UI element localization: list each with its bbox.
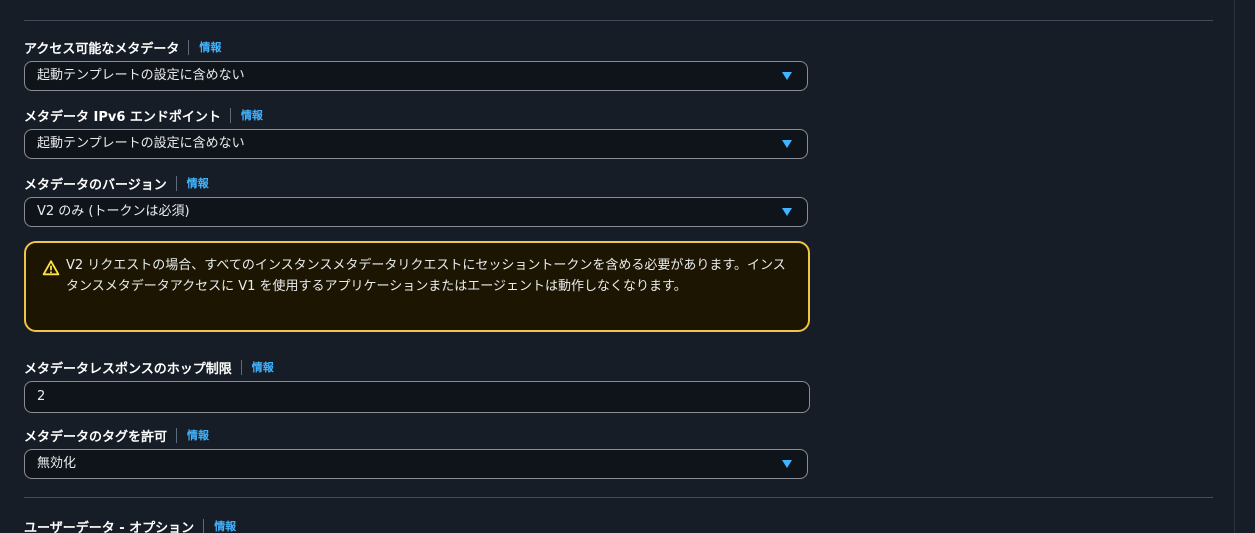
accessible-metadata-label-row: アクセス可能なメタデータ 情報 [24,38,221,57]
accessible-metadata-info-link[interactable]: 情報 [199,39,221,55]
metadata-ipv6-endpoint-label-row: メタデータ IPv6 エンドポイント 情報 [24,106,263,125]
hop-limit-label-row: メタデータレスポンスのホップ制限 情報 [24,358,274,377]
metadata-version-select[interactable]: V2 のみ (トークンは必須) [24,197,808,227]
v2-warning-text: V2 リクエストの場合、すべてのインスタンスメタデータリクエストにセッショントー… [66,258,786,294]
user-data-label-row: ユーザーデータ - オプション 情報 [24,517,236,533]
user-data-label: ユーザーデータ - オプション [24,520,195,533]
page: アクセス可能なメタデータ 情報 起動テンプレートの設定に含めない メタデータ I… [0,0,1255,533]
accessible-metadata-select[interactable]: 起動テンプレートの設定に含めない [24,61,808,91]
panel-right-edge [1234,0,1235,533]
hop-limit-info-link[interactable]: 情報 [252,359,274,375]
label-separator [229,107,231,123]
warning-icon [42,260,60,276]
caret-down-icon [782,72,792,80]
label-separator [240,359,242,375]
metadata-version-label-row: メタデータのバージョン 情報 [24,174,209,193]
allow-tags-value: 無効化 [37,456,77,471]
metadata-ipv6-endpoint-select[interactable]: 起動テンプレートの設定に含めない [24,129,808,159]
accessible-metadata-value: 起動テンプレートの設定に含めない [37,68,245,83]
v2-warning-alert: V2 リクエストの場合、すべてのインスタンスメタデータリクエストにセッショントー… [24,241,810,332]
allow-tags-label: メタデータのタグを許可 [24,429,168,445]
caret-down-icon [782,140,792,148]
metadata-ipv6-endpoint-info-link[interactable]: 情報 [241,107,263,123]
hop-limit-value: 2 [37,389,46,404]
metadata-ipv6-endpoint-value: 起動テンプレートの設定に含めない [37,136,245,151]
metadata-ipv6-endpoint-label: メタデータ IPv6 エンドポイント [24,109,221,125]
metadata-version-value: V2 のみ (トークンは必須) [37,204,190,219]
hop-limit-input[interactable]: 2 [24,381,810,413]
label-separator [176,427,178,443]
accessible-metadata-label: アクセス可能なメタデータ [24,41,180,57]
user-data-info-link[interactable]: 情報 [214,518,236,533]
caret-down-icon [782,208,792,216]
metadata-version-label: メタデータのバージョン [24,177,167,193]
metadata-version-info-link[interactable]: 情報 [187,175,209,191]
metadata-options-panel: アクセス可能なメタデータ 情報 起動テンプレートの設定に含めない メタデータ I… [0,0,1235,533]
caret-down-icon [782,460,792,468]
allow-tags-select[interactable]: 無効化 [24,449,808,479]
label-separator [203,518,205,533]
allow-tags-info-link[interactable]: 情報 [187,427,209,443]
label-separator [175,175,177,191]
hop-limit-label: メタデータレスポンスのホップ制限 [24,361,232,377]
section-divider-top [24,20,1213,21]
allow-tags-label-row: メタデータのタグを許可 情報 [24,426,209,445]
label-separator [188,39,190,55]
section-divider-bottom [24,497,1213,498]
